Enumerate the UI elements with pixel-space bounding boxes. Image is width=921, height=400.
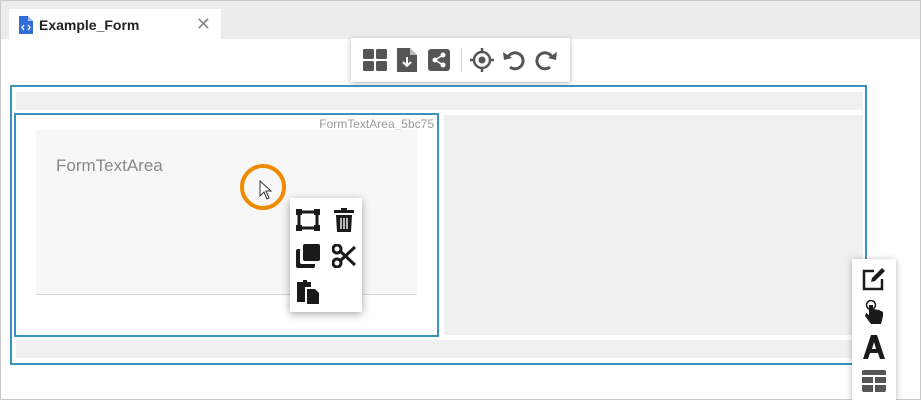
layout-button[interactable] — [361, 46, 389, 74]
share-icon — [428, 49, 450, 71]
delete-button[interactable] — [330, 206, 358, 234]
form-column-selected[interactable]: FormTextArea_5bc75 FormTextArea — [14, 113, 439, 337]
share-button[interactable] — [425, 46, 453, 74]
delete-icon — [334, 208, 354, 232]
mouse-pointer-icon — [259, 180, 273, 200]
select-parent-button[interactable] — [294, 206, 322, 234]
select-parent-icon — [296, 209, 320, 231]
table-layout-button[interactable] — [860, 367, 888, 395]
cut-icon — [332, 244, 356, 268]
copy-button[interactable] — [294, 242, 322, 270]
tab-example-form[interactable]: Example_Form ✕ — [9, 9, 221, 41]
tab-bar: Example_Form ✕ — [1, 1, 920, 41]
table-layout-icon — [862, 370, 886, 392]
component-id-label: FormTextArea_5bc75 — [319, 117, 434, 131]
download-button[interactable] — [393, 46, 421, 74]
toolbar-divider — [461, 48, 462, 72]
undo-button[interactable] — [500, 46, 528, 74]
redo-icon — [535, 51, 557, 71]
edit-icon — [862, 268, 885, 291]
textarea-placeholder: FormTextArea — [56, 156, 163, 175]
cut-button[interactable] — [330, 242, 358, 270]
property-side-panel — [852, 259, 896, 400]
paste-button[interactable] — [294, 278, 322, 306]
tab-title: Example_Form — [39, 17, 140, 33]
form-row-bottom[interactable] — [16, 340, 863, 358]
text-style-icon — [863, 335, 885, 359]
locate-button[interactable] — [468, 46, 496, 74]
interaction-icon — [865, 300, 883, 324]
form-column-empty[interactable] — [444, 115, 863, 335]
layout-icon — [363, 49, 387, 71]
copy-icon — [296, 244, 320, 268]
close-icon[interactable]: ✕ — [196, 15, 211, 33]
edit-button[interactable] — [860, 265, 888, 293]
locate-icon — [470, 48, 494, 72]
download-file-icon — [397, 48, 417, 72]
undo-icon — [503, 51, 525, 71]
code-file-icon — [19, 16, 33, 34]
interaction-button[interactable] — [860, 299, 888, 327]
paste-icon — [297, 280, 319, 304]
form-row-top[interactable] — [16, 92, 863, 110]
text-style-button[interactable] — [860, 333, 888, 361]
canvas-toolbar — [351, 38, 570, 82]
component-context-menu — [290, 198, 362, 312]
redo-button[interactable] — [532, 46, 560, 74]
